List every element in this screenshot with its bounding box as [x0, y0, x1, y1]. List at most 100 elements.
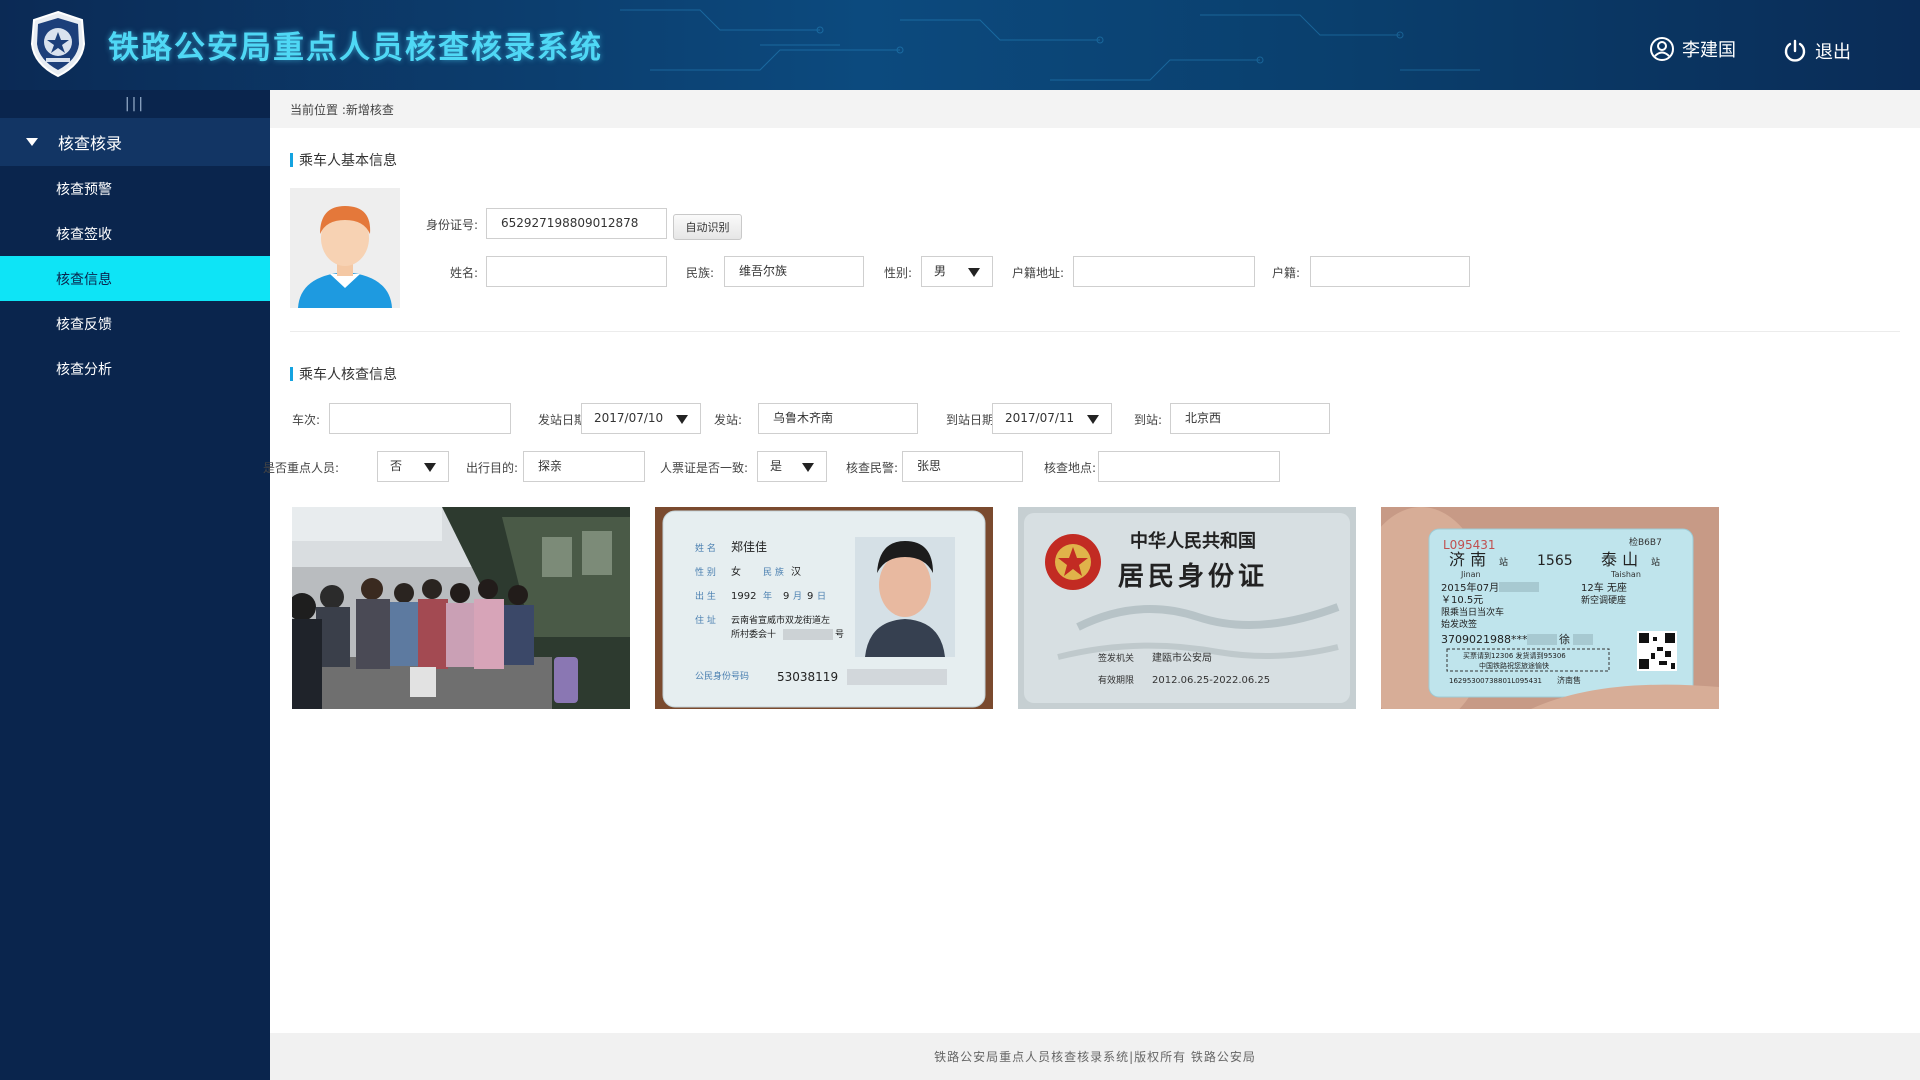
ticket-match-select[interactable]: 是 [757, 451, 827, 482]
section-accent-bar [290, 153, 293, 167]
officer-input[interactable]: 张思 [902, 451, 1023, 482]
id-front-birth-key: 出 生 [695, 590, 716, 602]
ticket-match-label: 人票证是否一致: [659, 461, 748, 475]
ticket-idno: 3709021988**** [1441, 633, 1533, 646]
ticket-from-station: 济 南 [1449, 550, 1486, 569]
train-number-input[interactable] [329, 403, 511, 434]
id-back-valid: 2012.06.25-2022.06.25 [1152, 675, 1270, 686]
id-card-front-photo[interactable]: 姓 名 郑佳佳 性 别 女 民 族 汉 出 生 1992 年 9 月 9 日 住… [655, 507, 993, 709]
id-card-back-photo[interactable]: 中华人民共和国 居民身份证 签发机关 建瓯市公安局 有效期限 2012.06.2… [1018, 507, 1356, 709]
depart-station-label: 发站: [713, 413, 742, 427]
app-title: 铁路公安局重点人员核查核录系统 [108, 30, 603, 66]
ethnicity-input[interactable]: 维吾尔族 [724, 256, 864, 287]
auto-recognize-button[interactable]: 自动识别 [673, 214, 742, 240]
id-front-idno: 53038119 [777, 670, 838, 684]
arrive-date-value: 2017/07/11 [1005, 411, 1075, 425]
id-number-label: 身份证号: [425, 218, 478, 232]
ticket-car-seat: 12车 无座 [1581, 581, 1627, 594]
id-back-issuer: 建瓯市公安局 [1152, 651, 1212, 664]
section-divider [290, 331, 1900, 332]
check-location-input[interactable] [1098, 451, 1280, 482]
name-input[interactable] [486, 256, 667, 287]
ticket-from-pinyin: Jinan [1460, 570, 1481, 579]
key-person-label: 是否重点人员: [262, 461, 339, 475]
arrive-date-label: 到站日期: [945, 413, 998, 427]
footer-text: 铁路公安局重点人员核查核录系统|版权所有 铁路公安局 [934, 1050, 1256, 1064]
ticket-to-pinyin: Taishan [1610, 570, 1641, 579]
top-header: 铁路公安局重点人员核查核录系统 李建国 退出 [0, 0, 1920, 90]
user-icon [1650, 37, 1674, 61]
sidebar-item-label: 核查预警 [56, 181, 112, 198]
depart-station-input[interactable]: 乌鲁木齐南 [758, 403, 918, 434]
ticket-to-station: 泰 山 [1601, 550, 1638, 569]
basic-info-section-title: 乘车人基本信息 [290, 150, 397, 170]
ticket-train-number: 1565 [1537, 553, 1573, 569]
id-back-country: 中华人民共和国 [1130, 530, 1256, 552]
power-icon [1784, 39, 1806, 62]
menu-group-check-record[interactable]: 核查核录 [0, 118, 270, 166]
caret-down-icon [1087, 415, 1099, 424]
household-input[interactable] [1310, 256, 1470, 287]
ticket-bottom-code: 16295300738801L095431 [1449, 677, 1542, 685]
id-front-name: 郑佳佳 [731, 539, 767, 554]
travel-purpose-input[interactable]: 探亲 [523, 451, 645, 482]
key-person-select[interactable]: 否 [377, 451, 449, 482]
ticket-gate: 检B6B7 [1629, 536, 1662, 548]
sidebar-item-check-feedback[interactable]: 核查反馈 [0, 301, 270, 346]
sidebar-item-check-warning[interactable]: 核查预警 [0, 166, 270, 211]
id-front-address-line2: 所村委会十 [731, 628, 776, 640]
depart-date-select[interactable]: 2017/07/10 [581, 403, 701, 434]
household-label: 户籍: [1271, 266, 1300, 280]
sidebar-item-check-info[interactable]: 核查信息 [0, 256, 270, 301]
gender-label: 性别: [883, 266, 912, 280]
id-back-title: 居民身份证 [1118, 561, 1268, 592]
ticket-box-line1: 买票请到12306 发货请到95306 [1463, 651, 1566, 660]
id-front-birth-month: 9 [783, 591, 789, 602]
check-info-section-title: 乘车人核查信息 [290, 364, 397, 384]
passenger-avatar [290, 188, 400, 308]
logout-button[interactable]: 退出 [1783, 38, 1851, 64]
id-number-input[interactable]: 652927198809012878 [486, 208, 667, 239]
train-ticket-photo[interactable]: L095431 检B6B7 济 南 站 1565 泰 山 站 Jinan Tai… [1381, 507, 1719, 709]
station-crowd-photo[interactable] [292, 507, 630, 709]
household-address-input[interactable] [1073, 256, 1255, 287]
ticket-holder: 徐 [1559, 632, 1570, 646]
travel-purpose-label: 出行目的: [465, 461, 518, 475]
id-front-address-line2-end: 号 [835, 629, 844, 640]
menu-group-label: 核查核录 [58, 134, 123, 153]
sidebar-collapse-toggle[interactable]: ||| [0, 90, 270, 118]
id-front-year-unit: 年 [763, 590, 772, 602]
train-number-label: 车次: [291, 413, 320, 427]
id-front-address-key: 住 址 [695, 614, 716, 626]
caret-down-icon [802, 463, 814, 472]
sidebar-item-check-analysis[interactable]: 核查分析 [0, 346, 270, 391]
id-front-idno-key: 公民身份号码 [695, 670, 749, 682]
section-title-text: 乘车人基本信息 [299, 153, 397, 169]
arrive-date-select[interactable]: 2017/07/11 [992, 403, 1112, 434]
id-back-issuer-key: 签发机关 [1098, 652, 1134, 664]
main-content: 当前位置 :新增核查 乘车人基本信息 身份证号: 652927198809012… [263, 90, 1920, 1080]
ticket-box-line2: 中国铁路祝您旅途愉快 [1479, 661, 1549, 670]
gender-select[interactable]: 男 [921, 256, 993, 287]
ticket-price: ￥10.5元 [1441, 595, 1483, 606]
person-placeholder-icon [290, 188, 400, 308]
caret-down-icon [968, 268, 980, 277]
id-front-ethnic-key: 民 族 [763, 566, 784, 578]
arrive-station-input[interactable]: 北京西 [1170, 403, 1330, 434]
sidebar-item-check-sign[interactable]: 核查签收 [0, 211, 270, 256]
id-front-ethnic: 汉 [791, 566, 801, 578]
ticket-from-suffix: 站 [1499, 556, 1508, 568]
sidebar-item-label: 核查分析 [56, 361, 112, 378]
arrive-station-label: 到站: [1133, 413, 1162, 427]
sidebar: ||| 核查核录 核查预警 核查签收 核查信息 核查反馈 核查分析 [0, 90, 270, 1080]
ticket-to-suffix: 站 [1651, 556, 1660, 568]
breadcrumb: 当前位置 :新增核查 [270, 90, 1920, 128]
household-address-label: 户籍地址: [1011, 266, 1064, 280]
id-front-address-line1: 云南省宣威市双龙街道左 [731, 614, 830, 626]
ticket-berth-type: 新空调硬座 [1581, 594, 1626, 606]
id-front-name-key: 姓 名 [695, 542, 716, 554]
ticket-match-value: 是 [770, 459, 783, 473]
police-emblem-icon [30, 10, 86, 78]
current-user[interactable]: 李建国 [1650, 36, 1736, 62]
id-front-gender: 女 [731, 565, 741, 578]
